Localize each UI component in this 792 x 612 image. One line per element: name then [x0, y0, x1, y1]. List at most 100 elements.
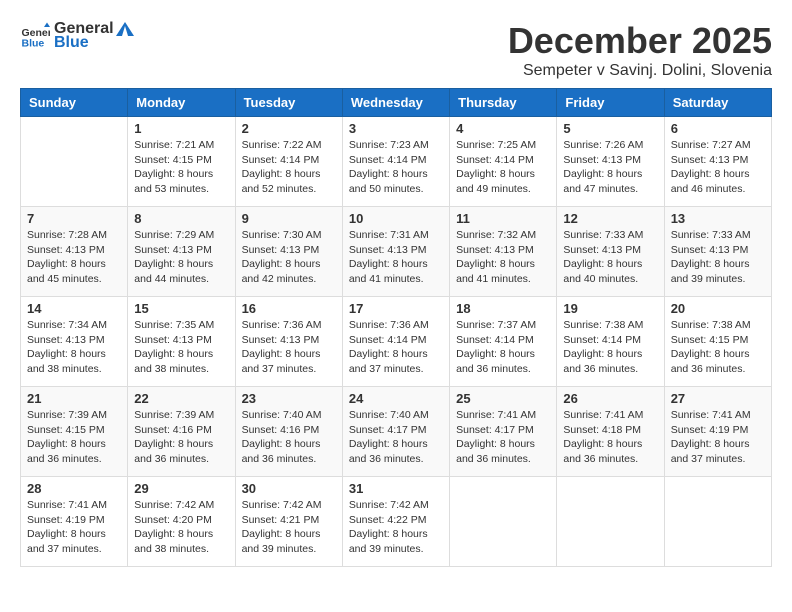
daylight-text: Daylight: 8 hours and 36 minutes.: [27, 438, 106, 465]
day-info: Sunrise: 7:39 AM Sunset: 4:15 PM Dayligh…: [27, 408, 121, 467]
weekday-header: Sunday: [21, 89, 128, 117]
day-number: 2: [242, 121, 336, 136]
weekday-header: Thursday: [450, 89, 557, 117]
calendar-day-cell: 5 Sunrise: 7:26 AM Sunset: 4:13 PM Dayli…: [557, 117, 664, 207]
sunset-text: Sunset: 4:14 PM: [242, 154, 320, 166]
daylight-text: Daylight: 8 hours and 36 minutes.: [456, 438, 535, 465]
sunset-text: Sunset: 4:16 PM: [134, 424, 212, 436]
sunrise-text: Sunrise: 7:29 AM: [134, 229, 214, 241]
svg-text:Blue: Blue: [22, 38, 45, 50]
day-number: 4: [456, 121, 550, 136]
sunrise-text: Sunrise: 7:21 AM: [134, 139, 214, 151]
day-info: Sunrise: 7:37 AM Sunset: 4:14 PM Dayligh…: [456, 318, 550, 377]
sunset-text: Sunset: 4:17 PM: [349, 424, 427, 436]
sunset-text: Sunset: 4:14 PM: [456, 334, 534, 346]
calendar-day-cell: 31 Sunrise: 7:42 AM Sunset: 4:22 PM Dayl…: [342, 477, 449, 567]
day-info: Sunrise: 7:33 AM Sunset: 4:13 PM Dayligh…: [671, 228, 765, 287]
sunrise-text: Sunrise: 7:32 AM: [456, 229, 536, 241]
sunset-text: Sunset: 4:17 PM: [456, 424, 534, 436]
sunset-text: Sunset: 4:13 PM: [242, 244, 320, 256]
sunset-text: Sunset: 4:15 PM: [671, 334, 749, 346]
calendar-day-cell: 28 Sunrise: 7:41 AM Sunset: 4:19 PM Dayl…: [21, 477, 128, 567]
calendar-week-row: 1 Sunrise: 7:21 AM Sunset: 4:15 PM Dayli…: [21, 117, 772, 207]
sunset-text: Sunset: 4:13 PM: [671, 154, 749, 166]
sunrise-text: Sunrise: 7:30 AM: [242, 229, 322, 241]
day-number: 9: [242, 211, 336, 226]
day-info: Sunrise: 7:42 AM Sunset: 4:21 PM Dayligh…: [242, 498, 336, 557]
sunrise-text: Sunrise: 7:22 AM: [242, 139, 322, 151]
day-number: 11: [456, 211, 550, 226]
sunrise-text: Sunrise: 7:41 AM: [671, 409, 751, 421]
calendar-day-cell: 1 Sunrise: 7:21 AM Sunset: 4:15 PM Dayli…: [128, 117, 235, 207]
calendar-day-cell: 23 Sunrise: 7:40 AM Sunset: 4:16 PM Dayl…: [235, 387, 342, 477]
sunset-text: Sunset: 4:20 PM: [134, 514, 212, 526]
calendar-day-cell: 29 Sunrise: 7:42 AM Sunset: 4:20 PM Dayl…: [128, 477, 235, 567]
daylight-text: Daylight: 8 hours and 40 minutes.: [563, 258, 642, 285]
calendar-day-cell: 8 Sunrise: 7:29 AM Sunset: 4:13 PM Dayli…: [128, 207, 235, 297]
daylight-text: Daylight: 8 hours and 46 minutes.: [671, 168, 750, 195]
sunrise-text: Sunrise: 7:35 AM: [134, 319, 214, 331]
sunset-text: Sunset: 4:13 PM: [671, 244, 749, 256]
daylight-text: Daylight: 8 hours and 36 minutes.: [563, 438, 642, 465]
calendar-day-cell: 13 Sunrise: 7:33 AM Sunset: 4:13 PM Dayl…: [664, 207, 771, 297]
sunrise-text: Sunrise: 7:37 AM: [456, 319, 536, 331]
sunset-text: Sunset: 4:13 PM: [134, 334, 212, 346]
day-info: Sunrise: 7:23 AM Sunset: 4:14 PM Dayligh…: [349, 138, 443, 197]
day-number: 5: [563, 121, 657, 136]
sunset-text: Sunset: 4:13 PM: [563, 244, 641, 256]
day-number: 21: [27, 391, 121, 406]
daylight-text: Daylight: 8 hours and 44 minutes.: [134, 258, 213, 285]
sunrise-text: Sunrise: 7:40 AM: [349, 409, 429, 421]
calendar-day-cell: [664, 477, 771, 567]
day-number: 8: [134, 211, 228, 226]
sunrise-text: Sunrise: 7:38 AM: [671, 319, 751, 331]
sunrise-text: Sunrise: 7:27 AM: [671, 139, 751, 151]
day-number: 28: [27, 481, 121, 496]
sunrise-text: Sunrise: 7:25 AM: [456, 139, 536, 151]
calendar-header-row: SundayMondayTuesdayWednesdayThursdayFrid…: [21, 89, 772, 117]
day-info: Sunrise: 7:40 AM Sunset: 4:16 PM Dayligh…: [242, 408, 336, 467]
daylight-text: Daylight: 8 hours and 50 minutes.: [349, 168, 428, 195]
day-info: Sunrise: 7:27 AM Sunset: 4:13 PM Dayligh…: [671, 138, 765, 197]
day-info: Sunrise: 7:22 AM Sunset: 4:14 PM Dayligh…: [242, 138, 336, 197]
day-number: 6: [671, 121, 765, 136]
sunrise-text: Sunrise: 7:31 AM: [349, 229, 429, 241]
day-number: 19: [563, 301, 657, 316]
weekday-header: Monday: [128, 89, 235, 117]
day-number: 15: [134, 301, 228, 316]
daylight-text: Daylight: 8 hours and 36 minutes.: [563, 348, 642, 375]
daylight-text: Daylight: 8 hours and 36 minutes.: [242, 438, 321, 465]
sunset-text: Sunset: 4:21 PM: [242, 514, 320, 526]
day-info: Sunrise: 7:35 AM Sunset: 4:13 PM Dayligh…: [134, 318, 228, 377]
daylight-text: Daylight: 8 hours and 45 minutes.: [27, 258, 106, 285]
sunset-text: Sunset: 4:13 PM: [27, 244, 105, 256]
calendar-week-row: 28 Sunrise: 7:41 AM Sunset: 4:19 PM Dayl…: [21, 477, 772, 567]
daylight-text: Daylight: 8 hours and 38 minutes.: [134, 528, 213, 555]
weekday-header: Wednesday: [342, 89, 449, 117]
day-info: Sunrise: 7:29 AM Sunset: 4:13 PM Dayligh…: [134, 228, 228, 287]
day-number: 20: [671, 301, 765, 316]
day-number: 10: [349, 211, 443, 226]
logo-icon: General Blue: [20, 21, 50, 51]
calendar-day-cell: 17 Sunrise: 7:36 AM Sunset: 4:14 PM Dayl…: [342, 297, 449, 387]
sunrise-text: Sunrise: 7:39 AM: [27, 409, 107, 421]
daylight-text: Daylight: 8 hours and 38 minutes.: [134, 348, 213, 375]
daylight-text: Daylight: 8 hours and 36 minutes.: [456, 348, 535, 375]
day-info: Sunrise: 7:36 AM Sunset: 4:13 PM Dayligh…: [242, 318, 336, 377]
day-info: Sunrise: 7:41 AM Sunset: 4:19 PM Dayligh…: [27, 498, 121, 557]
calendar-day-cell: 6 Sunrise: 7:27 AM Sunset: 4:13 PM Dayli…: [664, 117, 771, 207]
calendar-week-row: 14 Sunrise: 7:34 AM Sunset: 4:13 PM Dayl…: [21, 297, 772, 387]
daylight-text: Daylight: 8 hours and 36 minutes.: [349, 438, 428, 465]
day-info: Sunrise: 7:30 AM Sunset: 4:13 PM Dayligh…: [242, 228, 336, 287]
day-number: 27: [671, 391, 765, 406]
day-info: Sunrise: 7:41 AM Sunset: 4:17 PM Dayligh…: [456, 408, 550, 467]
day-number: 25: [456, 391, 550, 406]
day-number: 12: [563, 211, 657, 226]
sunset-text: Sunset: 4:19 PM: [27, 514, 105, 526]
sunset-text: Sunset: 4:14 PM: [563, 334, 641, 346]
calendar-day-cell: 11 Sunrise: 7:32 AM Sunset: 4:13 PM Dayl…: [450, 207, 557, 297]
sunrise-text: Sunrise: 7:26 AM: [563, 139, 643, 151]
daylight-text: Daylight: 8 hours and 41 minutes.: [456, 258, 535, 285]
sunrise-text: Sunrise: 7:36 AM: [349, 319, 429, 331]
day-info: Sunrise: 7:32 AM Sunset: 4:13 PM Dayligh…: [456, 228, 550, 287]
